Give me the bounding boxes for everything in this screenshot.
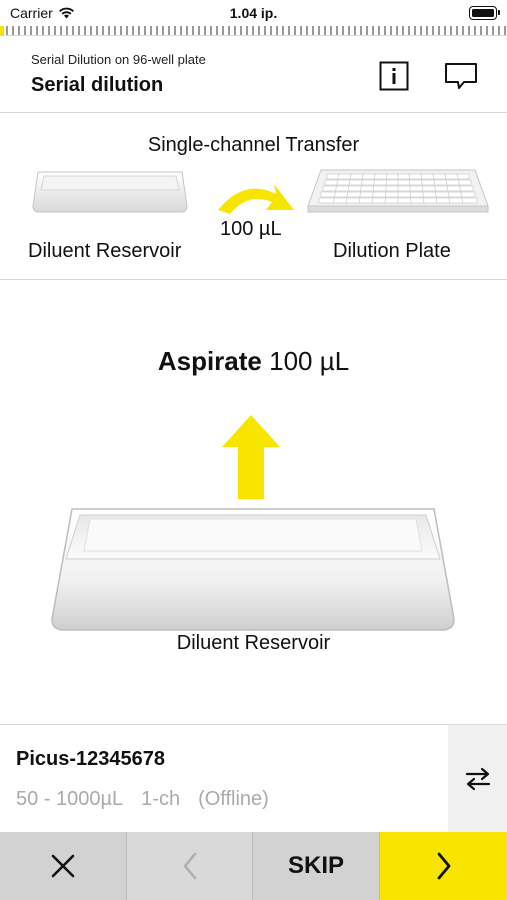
destination-label: Dilution Plate: [333, 240, 451, 262]
header: Serial Dilution on 96-well plate Serial …: [0, 37, 507, 113]
status-bar: Carrier 1.04 ip.: [0, 0, 507, 26]
back-button[interactable]: [127, 832, 253, 900]
chevron-left-icon: [183, 852, 196, 880]
pipette-range: 50 - 1000µL: [16, 788, 124, 810]
page-title: Serial dilution: [31, 74, 164, 96]
next-button[interactable]: [380, 832, 507, 900]
transfer-type-title: Single-channel Transfer: [147, 134, 360, 156]
swap-arrows-icon: [465, 767, 490, 790]
well-plate-icon: [307, 169, 489, 213]
reservoir-large-image: [51, 508, 455, 631]
step-instruction: Aspirate 100 µL: [0, 346, 507, 377]
close-icon: [51, 854, 75, 878]
pipette-specs: 50 - 1000µL 1-ch (Offline): [16, 788, 269, 811]
pipette-status: (Offline): [198, 788, 269, 810]
progress-ruler: [0, 26, 507, 36]
transfer-overview: Single-channel Transfer 100 µL Diluent R…: [0, 114, 507, 280]
pipette-panel: Picus-12345678 50 - 1000µL 1-ch (Offline…: [0, 724, 507, 832]
source-label: Diluent Reservoir: [28, 240, 182, 262]
cancel-button[interactable]: [0, 832, 127, 900]
skip-button[interactable]: SKIP: [253, 832, 380, 900]
transfer-arrow-icon: [218, 184, 294, 214]
bottom-toolbar: SKIP: [0, 832, 507, 900]
pipette-channels: 1-ch: [141, 788, 181, 810]
aspirate-arrow-icon: [222, 415, 280, 499]
vessel-label: Diluent Reservoir: [176, 632, 331, 654]
step-action: Aspirate: [157, 346, 262, 376]
feedback-button[interactable]: [444, 59, 478, 93]
chevron-right-icon: [437, 852, 450, 880]
reservoir-small-image: [32, 171, 188, 213]
info-button[interactable]: [377, 59, 411, 93]
protocol-subtitle: Serial Dilution on 96-well plate: [31, 52, 206, 67]
clock: 1.04 ip.: [229, 5, 278, 21]
transfer-volume: 100 µL: [220, 218, 282, 240]
step-volume: 100 µL: [269, 346, 350, 376]
pipette-name: Picus-12345678: [16, 748, 166, 770]
info-icon: [379, 61, 409, 91]
chat-bubble-icon: [445, 63, 477, 89]
battery-icon: [469, 6, 500, 20]
switch-pipette-button[interactable]: [448, 725, 507, 832]
